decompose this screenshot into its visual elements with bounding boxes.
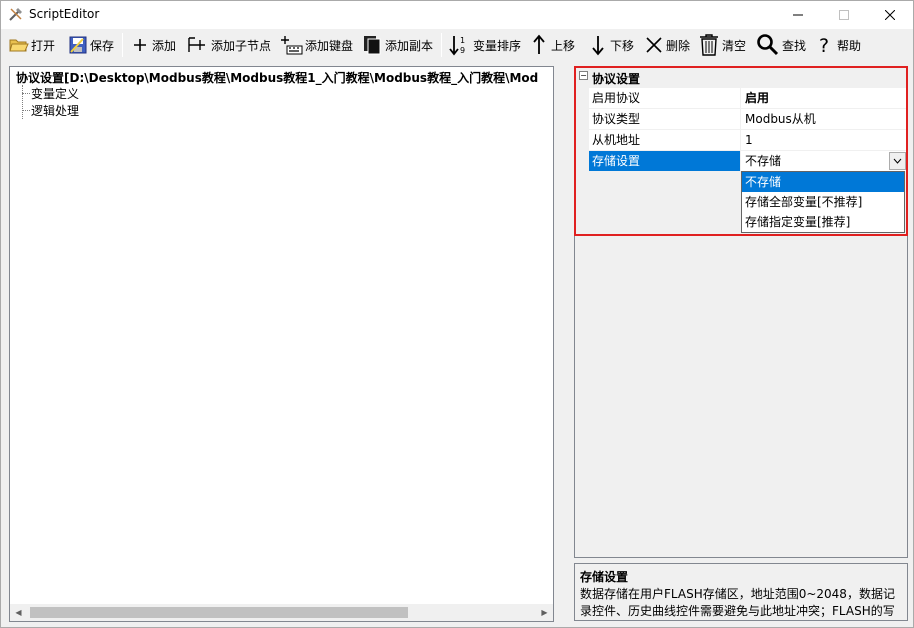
scroll-left-icon[interactable]: ◀ [10, 604, 27, 621]
scroll-right-icon[interactable]: ▶ [536, 604, 553, 621]
toolbar-separator [441, 33, 442, 57]
property-name: 从机地址 [589, 130, 741, 150]
save-button[interactable]: 保存 [68, 32, 114, 58]
storage-options-dropdown[interactable]: 不存储 存储全部变量[不推荐] 存储指定变量[推荐] [741, 171, 905, 233]
script-tree[interactable]: 协议设置[D:\Desktop\Modbus教程\Modbus教程1_入门教程\… [9, 66, 554, 622]
arrow-up-icon [533, 34, 545, 54]
add-label: 添加 [152, 38, 177, 53]
close-icon [885, 10, 895, 20]
property-row-storage-setting[interactable]: 存储设置 不存储 [589, 151, 907, 172]
clear-label: 清空 [722, 38, 747, 53]
chevron-down-icon [893, 158, 902, 164]
maximize-button[interactable] [821, 1, 867, 29]
property-name: 存储设置 [589, 151, 741, 171]
copy-icon [364, 36, 381, 55]
search-icon [757, 34, 779, 56]
toolbar-separator [122, 33, 123, 57]
script-editor-window: ScriptEditor 打开 保存 添加 添加子节点 添加键盘 添加副本 1 … [0, 0, 914, 628]
plus-icon [134, 39, 146, 51]
tree-connector [22, 85, 23, 119]
add-keyboard-button[interactable]: 添加键盘 [279, 32, 353, 58]
tree-node-logic-processing[interactable]: 逻辑处理 [31, 102, 79, 119]
storage-setting-combobox[interactable]: 不存储 [742, 151, 907, 171]
property-name: 协议类型 [589, 109, 741, 129]
add-copy-label: 添加副本 [385, 38, 434, 53]
property-value[interactable]: 1 [742, 130, 907, 150]
add-child-node-icon [188, 37, 205, 52]
add-child-node-label: 添加子节点 [211, 38, 272, 53]
delete-button[interactable]: 删除 [644, 32, 690, 58]
arrow-down-icon [592, 36, 604, 56]
open-folder-icon [9, 39, 29, 52]
add-child-node-button[interactable]: 添加子节点 [187, 32, 271, 58]
move-down-button[interactable]: 下移 [588, 32, 634, 58]
collapse-icon[interactable]: − [579, 71, 588, 80]
svg-text:1: 1 [460, 36, 465, 45]
toolbar: 打开 保存 添加 添加子节点 添加键盘 添加副本 1 9 变量排序 上移 下移 … [1, 29, 913, 61]
property-value[interactable]: 启用 [742, 88, 907, 108]
property-grid: − 协议设置 启用协议 启用 协议类型 Modbus从机 从机地址 1 存储设置… [574, 66, 908, 558]
combobox-value: 不存储 [745, 154, 782, 168]
minimize-icon [793, 14, 803, 16]
property-description-panel: 存储设置 数据存储在用户FLASH存储区，地址范围0~2048，数据记录控件、历… [574, 563, 908, 621]
horizontal-scrollbar[interactable]: ◀ ▶ [10, 604, 553, 621]
move-up-label: 上移 [551, 38, 576, 53]
help-button[interactable]: ? 帮助 [815, 32, 861, 58]
property-row-enable-protocol[interactable]: 启用协议 启用 [589, 88, 907, 109]
property-category-header[interactable]: − 协议设置 [575, 67, 907, 87]
app-icon [9, 8, 22, 21]
help-icon: ? [819, 35, 829, 56]
window-title: ScriptEditor [29, 7, 100, 21]
add-copy-button[interactable]: 添加副本 [361, 32, 433, 58]
option-store-all-variables[interactable]: 存储全部变量[不推荐] [742, 192, 904, 212]
open-button[interactable]: 打开 [9, 32, 55, 58]
trash-icon [700, 34, 718, 56]
find-label: 查找 [782, 38, 807, 53]
property-row-protocol-type[interactable]: 协议类型 Modbus从机 [589, 109, 907, 130]
option-store-specified-variables[interactable]: 存储指定变量[推荐] [742, 212, 904, 232]
keyboard-icon [281, 36, 303, 55]
property-name: 启用协议 [589, 88, 741, 108]
description-title: 存储设置 [580, 570, 629, 584]
find-button[interactable]: 查找 [756, 32, 806, 58]
save-icon [69, 36, 87, 54]
add-button[interactable]: 添加 [130, 32, 176, 58]
title-bar: ScriptEditor [1, 1, 913, 29]
scrollbar-thumb[interactable] [30, 607, 408, 618]
delete-x-icon [646, 37, 662, 53]
add-keyboard-label: 添加键盘 [305, 38, 354, 53]
sort-icon: 1 9 [449, 36, 465, 56]
dropdown-button[interactable] [889, 152, 906, 170]
sort-variables-label: 变量排序 [473, 38, 522, 53]
help-label: 帮助 [837, 38, 862, 53]
sort-variables-button[interactable]: 1 9 变量排序 [449, 32, 521, 58]
svg-text:9: 9 [460, 46, 465, 55]
move-up-button[interactable]: 上移 [529, 32, 575, 58]
close-button[interactable] [867, 1, 913, 29]
clear-button[interactable]: 清空 [698, 32, 746, 58]
save-label: 保存 [90, 38, 115, 53]
tree-connector [22, 110, 30, 111]
tree-connector [22, 93, 30, 94]
property-row-slave-address[interactable]: 从机地址 1 [589, 130, 907, 151]
tree-root-node[interactable]: 协议设置[D:\Desktop\Modbus教程\Modbus教程1_入门教程\… [16, 69, 553, 86]
maximize-icon [839, 10, 849, 20]
description-text: 数据存储在用户FLASH存储区，地址范围0~2048，数据记录控件、历史曲线控件… [580, 587, 895, 618]
property-category-label: 协议设置 [592, 72, 641, 86]
tree-node-variable-definition[interactable]: 变量定义 [31, 85, 79, 102]
move-down-label: 下移 [610, 38, 635, 53]
minimize-button[interactable] [775, 1, 821, 29]
svg-text:?: ? [819, 35, 829, 56]
open-label: 打开 [31, 38, 56, 53]
delete-label: 删除 [666, 38, 691, 53]
option-no-storage[interactable]: 不存储 [742, 172, 904, 192]
property-value[interactable]: Modbus从机 [742, 109, 907, 129]
